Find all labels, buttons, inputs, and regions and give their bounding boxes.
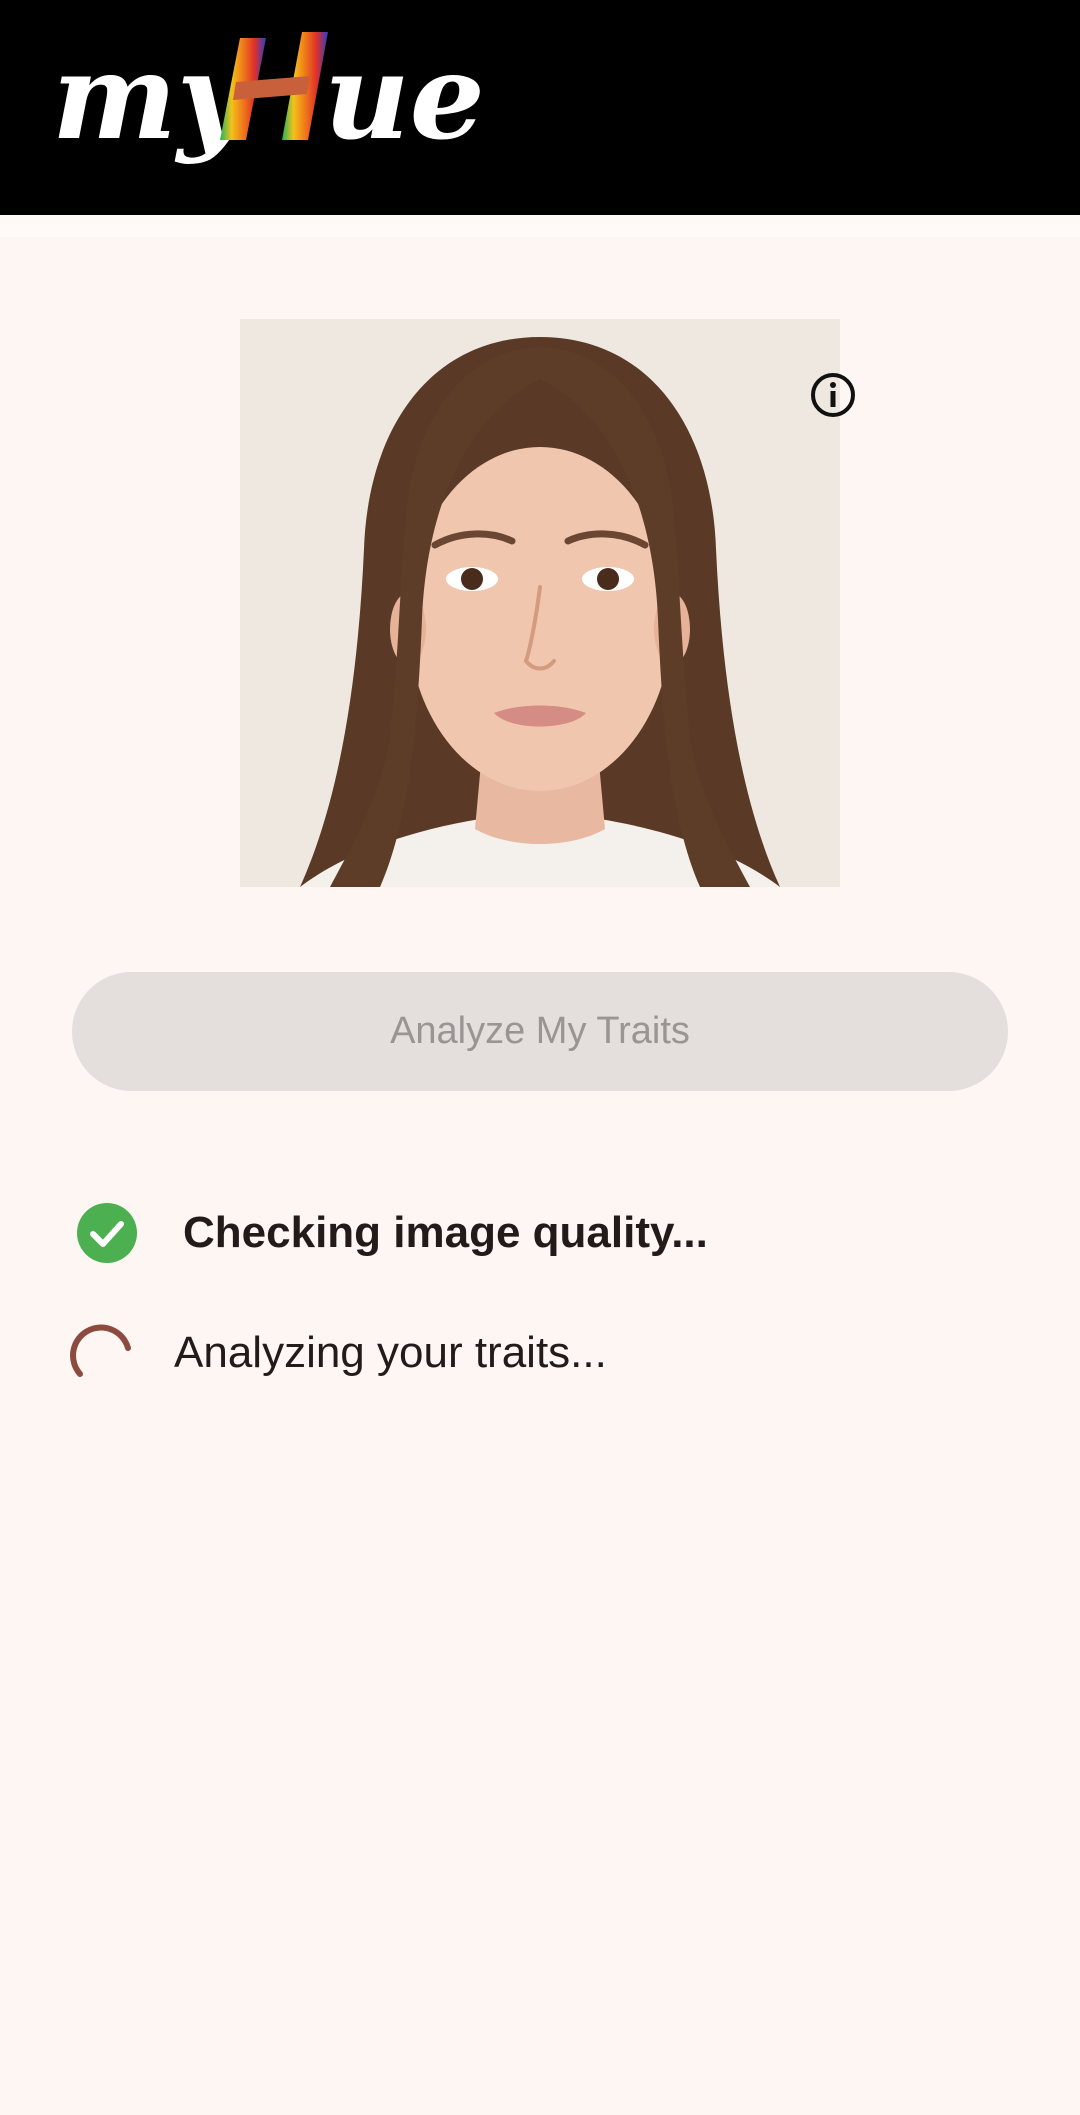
app-bar-divider — [0, 215, 1080, 237]
svg-text:my: my — [52, 27, 253, 166]
step-label: Analyzing your traits... — [174, 1328, 607, 1377]
info-icon[interactable] — [808, 370, 858, 420]
app-bar: my ue — [0, 0, 1080, 215]
analyze-my-traits-button[interactable]: Analyze My Traits — [72, 972, 1008, 1091]
portrait-image — [240, 319, 840, 887]
myhue-logo: my ue — [52, 27, 485, 166]
step-label: Checking image quality... — [183, 1208, 708, 1257]
svg-text:ue: ue — [324, 27, 485, 166]
step-checking-image-quality: Checking image quality... — [76, 1202, 708, 1264]
check-circle-icon — [77, 1203, 137, 1263]
uploaded-photo — [240, 319, 840, 887]
step-analyzing-traits: Analyzing your traits... — [66, 1318, 607, 1388]
spinner-icon — [70, 1324, 131, 1377]
